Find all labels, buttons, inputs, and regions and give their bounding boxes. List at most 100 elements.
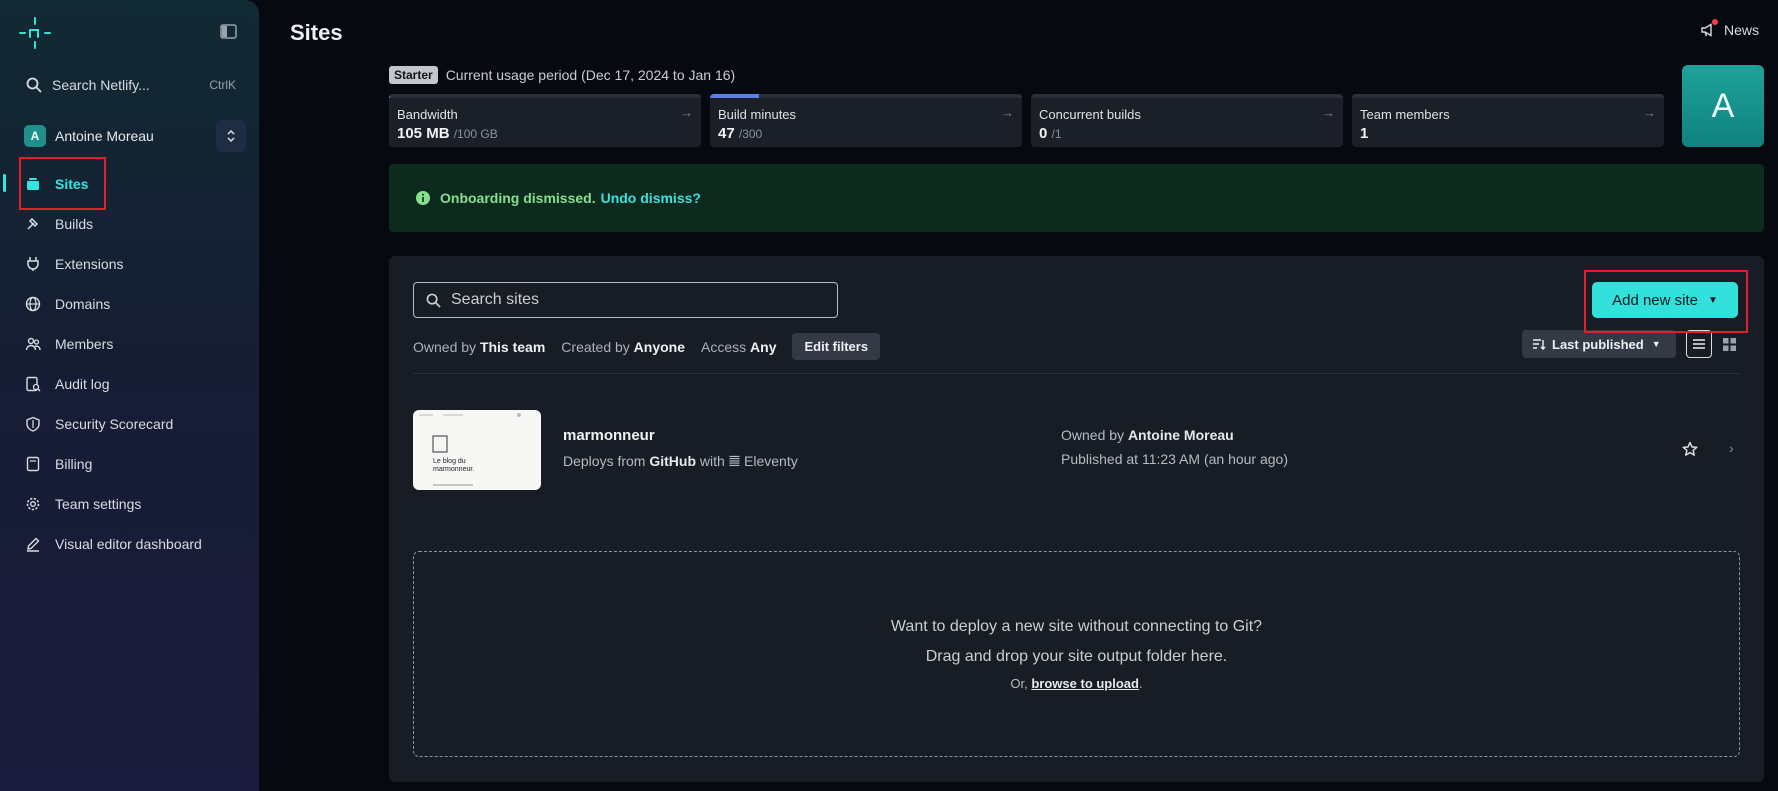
sidebar-item-members[interactable]: Members — [0, 324, 259, 364]
list-icon — [1693, 339, 1705, 349]
filter-access-prefix: Access — [701, 338, 747, 355]
team-switch-button[interactable] — [216, 120, 246, 152]
list-view-toggle[interactable] — [1686, 330, 1712, 358]
sidebar-item-builds[interactable]: Builds — [0, 204, 259, 244]
audit-log-icon — [24, 375, 42, 393]
usage-card-value: 1 — [1360, 125, 1369, 142]
usage-card-value: 105 MB — [397, 125, 450, 142]
filter-owned-value: This team — [479, 338, 546, 355]
usage-card-value: 47 — [718, 125, 735, 142]
filter-created-value: Anyone — [633, 338, 686, 355]
gear-icon — [24, 495, 42, 513]
page-title: Sites — [290, 20, 343, 45]
plan-badge: Starter — [389, 66, 438, 84]
site-name[interactable]: marmonneur — [563, 427, 655, 444]
eleventy-icon: 𝍤 — [728, 453, 741, 469]
search-shortcut: CtrlK — [209, 78, 236, 92]
banner-message: Onboarding dismissed. — [440, 190, 596, 206]
news-button[interactable]: News — [1700, 19, 1760, 38]
usage-card-concurrent-builds[interactable]: Concurrent builds 0 /1 → — [1031, 94, 1343, 147]
pencil-icon — [24, 535, 42, 553]
usage-card-name: Build minutes — [718, 107, 797, 122]
extensions-icon — [24, 255, 42, 273]
usage-card-bandwidth[interactable]: Bandwidth 105 MB /100 GB → — [389, 94, 701, 147]
search-icon — [426, 293, 441, 308]
owner-prefix: Owned by — [1061, 427, 1125, 443]
sidebar-item-domains[interactable]: Domains — [0, 284, 259, 324]
search-sites-placeholder: Search sites — [451, 291, 540, 308]
usage-card-name: Concurrent builds — [1039, 107, 1141, 122]
sidebar-collapse-icon[interactable] — [220, 24, 237, 39]
usage-card-limit: /100 GB — [453, 127, 498, 141]
team-selector[interactable]: A Antoine Moreau — [18, 120, 246, 152]
sidebar-item-label: Audit log — [55, 376, 110, 392]
sort-icon — [1532, 337, 1546, 351]
star-icon[interactable] — [1682, 441, 1698, 457]
upload-suffix: . — [1138, 676, 1143, 691]
usage-card-name: Team members — [1360, 107, 1450, 122]
sort-dropdown[interactable]: Last published ▼ — [1522, 330, 1676, 358]
undo-dismiss-link[interactable]: Undo dismiss? — [601, 190, 701, 206]
notification-dot — [1712, 19, 1718, 25]
sidebar-nav: Sites Builds Extensions Domains Members — [0, 164, 259, 564]
sidebar-item-label: Members — [55, 336, 114, 352]
sidebar-item-label: Visual editor dashboard — [55, 536, 202, 552]
info-icon — [415, 190, 431, 206]
members-icon — [24, 335, 42, 353]
netlify-search[interactable]: Search Netlify... CtrlK — [18, 68, 244, 102]
usage-bar — [1352, 94, 1664, 98]
site-published: Published at 11:23 AM (an hour ago) — [1061, 451, 1289, 467]
sidebar-item-extensions[interactable]: Extensions — [0, 244, 259, 284]
usage-card-value: 0 — [1039, 125, 1048, 142]
filter-access-value: Any — [750, 338, 777, 355]
dropzone-title: Want to deploy a new site without connec… — [890, 618, 1263, 635]
search-icon — [26, 77, 44, 93]
sidebar-item-label: Security Scorecard — [55, 416, 174, 432]
usage-period: Current usage period (Dec 17, 2024 to Ja… — [445, 67, 736, 83]
sidebar: Search Netlify... CtrlK A Antoine Moreau… — [0, 0, 259, 791]
netlify-logo-icon[interactable] — [19, 17, 51, 49]
grid-view-toggle[interactable] — [1716, 330, 1742, 358]
sidebar-item-label: Domains — [55, 296, 111, 312]
onboarding-banner: Onboarding dismissed. Undo dismiss? — [389, 164, 1764, 232]
dropzone-subtitle: Drag and drop your site output folder he… — [925, 648, 1228, 665]
edit-filters-button[interactable]: Edit filters — [792, 333, 881, 360]
deploy-framework: Eleventy — [744, 453, 798, 469]
chevron-down-icon: ▼ — [1651, 339, 1661, 349]
site-owner: Owned by Antoine Moreau — [1061, 427, 1234, 443]
site-thumbnail-illustration — [419, 413, 521, 486]
filter-access[interactable]: Access Any — [701, 339, 776, 355]
team-avatar: A — [24, 125, 46, 147]
chevron-up-down-icon — [227, 129, 235, 143]
billing-icon — [24, 455, 42, 473]
sidebar-item-audit-log[interactable]: Audit log — [0, 364, 259, 404]
divider — [413, 373, 1740, 374]
site-row[interactable]: Le blog du marmonneur. marmonneur Deploy… — [413, 410, 1740, 490]
chevron-right-icon[interactable]: › — [1729, 440, 1734, 456]
usage-card-team-members[interactable]: Team members 1 → — [1352, 94, 1664, 147]
sidebar-item-team-settings[interactable]: Team settings — [0, 484, 259, 524]
usage-card-build-minutes[interactable]: Build minutes 47 /300 → — [710, 94, 1022, 147]
sidebar-item-visual-editor-dashboard[interactable]: Visual editor dashboard — [0, 524, 259, 564]
search-sites-input[interactable]: Search sites — [413, 282, 838, 318]
browse-to-upload-link[interactable]: browse to upload — [1031, 676, 1139, 691]
filter-created[interactable]: Created by Anyone — [561, 339, 685, 355]
deploy-with: with — [699, 453, 725, 469]
filter-owned-prefix: Owned by — [413, 338, 477, 355]
dropzone[interactable]: Want to deploy a new site without connec… — [413, 551, 1740, 757]
site-filters: Owned by This team Created by Anyone Acc… — [413, 333, 881, 360]
site-thumbnail[interactable]: Le blog du marmonneur. — [413, 410, 541, 490]
arrow-right-icon: → — [1001, 105, 1014, 120]
grid-icon — [1722, 337, 1736, 351]
usage-card-limit: /1 — [1051, 127, 1062, 141]
filter-owned[interactable]: Owned by This team — [413, 339, 545, 355]
usage-bar — [710, 94, 1022, 98]
news-label: News — [1724, 22, 1760, 38]
sidebar-item-security-scorecard[interactable]: Security Scorecard — [0, 404, 259, 444]
site-deploy-info: Deploys from GitHub with 𝍤 Eleventy — [563, 451, 798, 475]
usage-card-limit: /300 — [738, 127, 763, 141]
team-avatar-large[interactable]: A — [1682, 65, 1764, 147]
thumbnail-text: Le blog du marmonneur. — [433, 458, 475, 473]
usage-bar — [389, 94, 701, 98]
sidebar-item-billing[interactable]: Billing — [0, 444, 259, 484]
